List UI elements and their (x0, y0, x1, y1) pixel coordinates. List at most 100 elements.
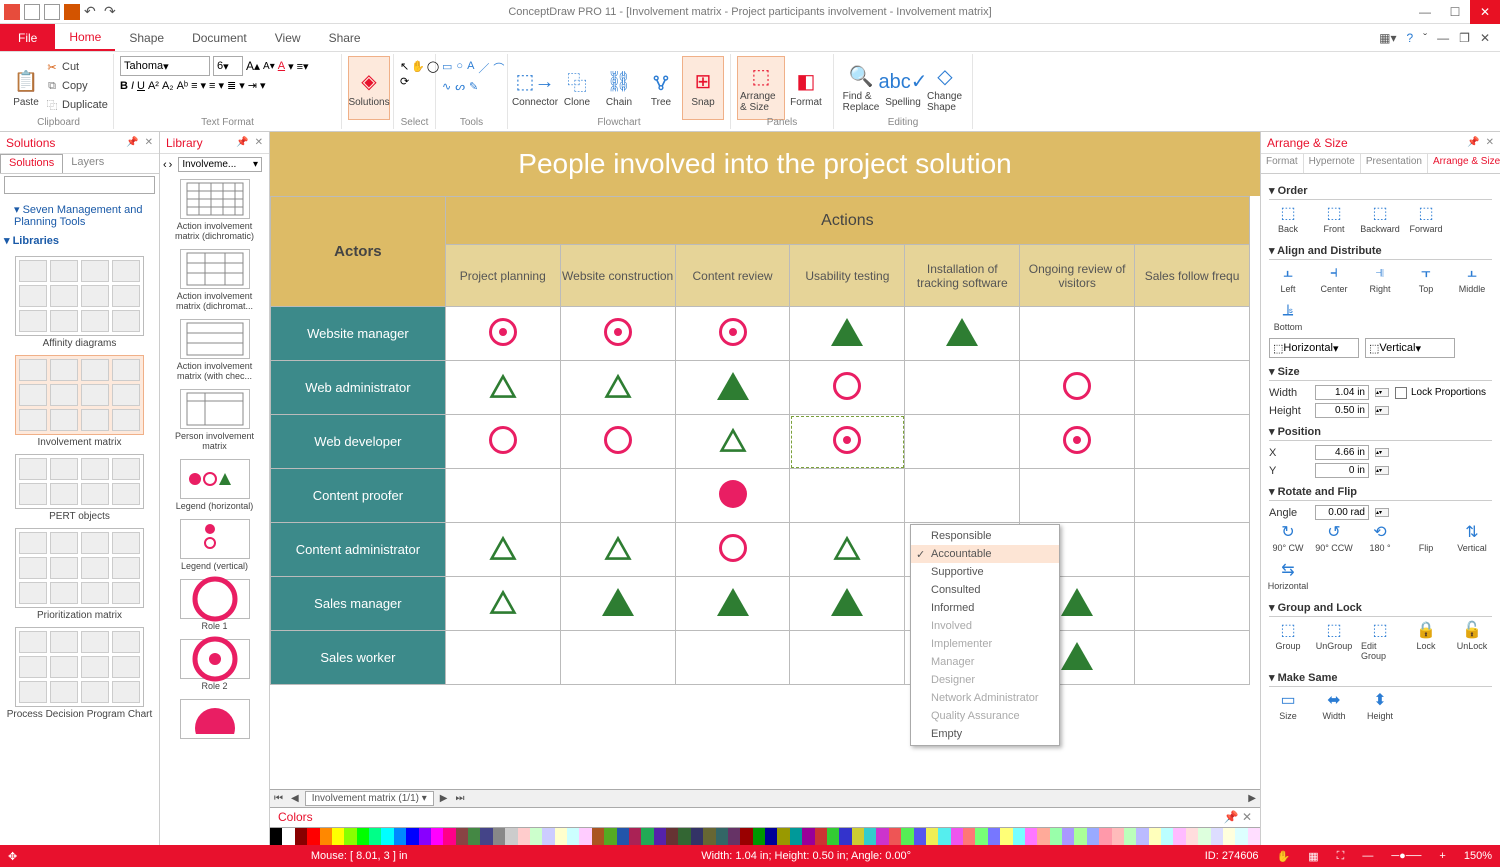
open-icon[interactable] (44, 4, 60, 20)
height-input[interactable] (1315, 403, 1369, 418)
lib-item[interactable]: Role 2 (164, 639, 265, 691)
role-shape[interactable] (719, 426, 747, 451)
close-panel-icon[interactable]: ✕ (1242, 810, 1252, 824)
minimize-button[interactable]: — (1410, 0, 1440, 24)
subscript-button[interactable]: A₂ (162, 80, 174, 92)
save-icon[interactable] (64, 4, 80, 20)
color-swatch[interactable] (542, 828, 554, 845)
color-swatch[interactable] (1062, 828, 1074, 845)
font-color-icon[interactable]: A (278, 60, 285, 72)
color-swatches[interactable] (270, 827, 1260, 845)
redo-icon[interactable]: ↷ (104, 4, 120, 20)
matrix-cell[interactable] (675, 577, 790, 631)
scroll-right-icon[interactable]: ▶ (1244, 793, 1260, 804)
order-forward-button[interactable]: ⬚Forward (1407, 204, 1445, 234)
template-thumb-pdpc[interactable]: Process Decision Program Chart (4, 627, 155, 720)
zoom-in-button[interactable]: + (1439, 850, 1445, 862)
change-shape-button[interactable]: ◇Change Shape (924, 56, 966, 120)
color-swatch[interactable] (468, 828, 480, 845)
matrix-cell[interactable] (905, 469, 1020, 523)
lib-item[interactable]: Action involvement matrix (dichromat... (164, 249, 265, 311)
color-swatch[interactable] (641, 828, 653, 845)
matrix-cell[interactable] (790, 523, 905, 577)
matrix-cell[interactable] (560, 523, 675, 577)
matrix-cell[interactable] (905, 415, 1020, 469)
color-swatch[interactable] (1124, 828, 1136, 845)
rect-icon[interactable]: ▭ (442, 60, 452, 76)
color-swatch[interactable] (1087, 828, 1099, 845)
color-swatch[interactable] (988, 828, 1000, 845)
close-button[interactable]: ✕ (1470, 0, 1500, 24)
matrix-cell[interactable] (675, 631, 790, 685)
tab-share[interactable]: Share (315, 24, 375, 51)
spelling-button[interactable]: abc✓Spelling (882, 56, 924, 120)
lock-button[interactable]: 🔒Lock (1407, 621, 1445, 661)
tab-presentation[interactable]: Presentation (1361, 154, 1428, 173)
lib-item[interactable]: Person involvement matrix (164, 389, 265, 451)
color-swatch[interactable] (604, 828, 616, 845)
edit-group-button[interactable]: ⬚Edit Group (1361, 621, 1399, 661)
angle-input[interactable] (1315, 505, 1369, 520)
matrix-cell[interactable] (1135, 523, 1250, 577)
text-icon[interactable]: A (467, 60, 474, 76)
role-shape[interactable] (604, 318, 632, 346)
tab-hypernote[interactable]: Hypernote (1304, 154, 1361, 173)
bold-button[interactable]: B (120, 80, 128, 92)
matrix-cell[interactable] (790, 577, 905, 631)
color-swatch[interactable] (654, 828, 666, 845)
lib-item[interactable]: Legend (vertical) (164, 519, 265, 571)
color-swatch[interactable] (592, 828, 604, 845)
matrix-cell[interactable] (1135, 469, 1250, 523)
zoom-slider[interactable]: ─●── (1391, 850, 1421, 862)
bezier-icon[interactable]: ✎ (469, 80, 478, 93)
size-section[interactable]: Size (1269, 361, 1492, 381)
tab-home[interactable]: Home (55, 24, 115, 51)
color-swatch[interactable] (1099, 828, 1111, 845)
color-swatch[interactable] (1186, 828, 1198, 845)
lib-item[interactable] (164, 699, 265, 739)
color-swatch[interactable] (1050, 828, 1062, 845)
line-icon[interactable]: ／ (478, 60, 489, 76)
color-swatch[interactable] (777, 828, 789, 845)
matrix-cell[interactable] (675, 307, 790, 361)
tab-document[interactable]: Document (178, 24, 261, 51)
matrix-cell[interactable] (790, 631, 905, 685)
tree-button[interactable]: 🜉Tree (640, 56, 682, 120)
role-shape[interactable] (1063, 426, 1091, 454)
color-swatch[interactable] (914, 828, 926, 845)
align-center-button[interactable]: ⫞Center (1315, 264, 1353, 294)
context-menu-item[interactable]: Involved (911, 617, 1059, 635)
indent-icon[interactable]: ⇥ (248, 79, 257, 92)
arrange-size-button[interactable]: ⬚Arrange & Size (737, 56, 785, 120)
role-shape[interactable] (489, 318, 517, 346)
role-shape[interactable] (604, 372, 632, 397)
matrix-cell[interactable] (1020, 415, 1135, 469)
context-menu-item[interactable]: Designer (911, 671, 1059, 689)
color-swatch[interactable] (307, 828, 319, 845)
matrix-cell[interactable] (905, 361, 1020, 415)
order-back-button[interactable]: ⬚Back (1269, 204, 1307, 234)
hand-icon[interactable]: ✋ (411, 60, 425, 73)
color-swatch[interactable] (691, 828, 703, 845)
color-swatch[interactable] (295, 828, 307, 845)
tab-view[interactable]: View (261, 24, 315, 51)
matrix-cell[interactable] (1135, 631, 1250, 685)
pointer-icon[interactable]: ↖ (400, 60, 409, 73)
color-swatch[interactable] (975, 828, 987, 845)
copy-button[interactable]: ⧉Copy (42, 77, 111, 95)
align-left-icon[interactable]: ≡ (191, 80, 197, 92)
maximize-button[interactable]: ☐ (1440, 0, 1470, 24)
role-shape[interactable] (946, 318, 978, 346)
role-shape[interactable] (833, 372, 861, 400)
color-swatch[interactable] (1223, 828, 1235, 845)
grow-font-icon[interactable]: A▴ (246, 59, 260, 73)
zoom-level[interactable]: 150% (1464, 850, 1492, 862)
same-size-button[interactable]: ▭Size (1269, 691, 1307, 721)
template-thumb-involvement[interactable]: Involvement matrix (4, 355, 155, 448)
color-swatch[interactable] (703, 828, 715, 845)
color-swatch[interactable] (1149, 828, 1161, 845)
position-section[interactable]: Position (1269, 421, 1492, 441)
color-swatch[interactable] (1198, 828, 1210, 845)
y-input[interactable] (1315, 463, 1369, 478)
group-button[interactable]: ⬚Group (1269, 621, 1307, 661)
